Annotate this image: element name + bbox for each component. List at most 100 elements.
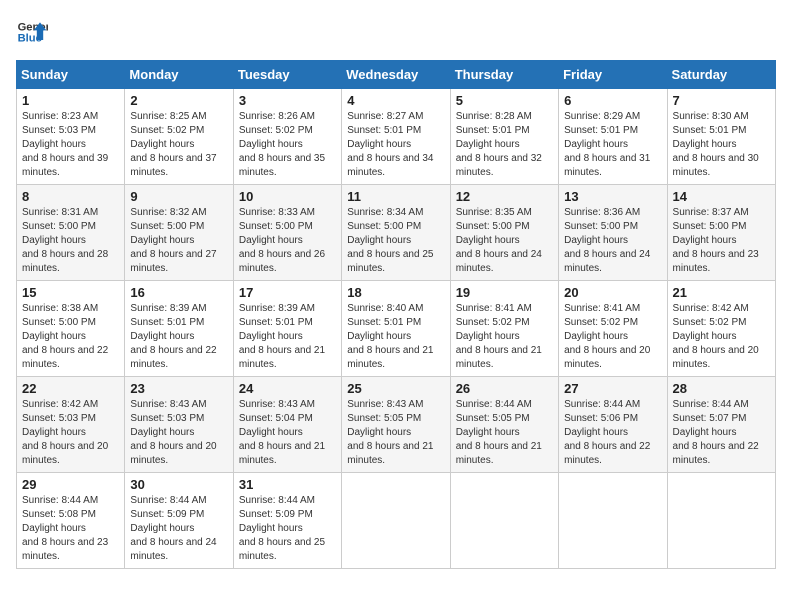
calendar-cell: 20 Sunrise: 8:41 AM Sunset: 5:02 PM Dayl…	[559, 281, 667, 377]
calendar-cell: 29 Sunrise: 8:44 AM Sunset: 5:08 PM Dayl…	[17, 473, 125, 569]
week-row-4: 22 Sunrise: 8:42 AM Sunset: 5:03 PM Dayl…	[17, 377, 776, 473]
week-row-5: 29 Sunrise: 8:44 AM Sunset: 5:08 PM Dayl…	[17, 473, 776, 569]
calendar-cell: 2 Sunrise: 8:25 AM Sunset: 5:02 PM Dayli…	[125, 89, 233, 185]
calendar-cell: 26 Sunrise: 8:44 AM Sunset: 5:05 PM Dayl…	[450, 377, 558, 473]
day-number: 1	[22, 93, 119, 108]
calendar-cell: 27 Sunrise: 8:44 AM Sunset: 5:06 PM Dayl…	[559, 377, 667, 473]
day-info: Sunrise: 8:23 AM Sunset: 5:03 PM Dayligh…	[22, 110, 119, 180]
calendar-cell: 16 Sunrise: 8:39 AM Sunset: 5:01 PM Dayl…	[125, 281, 233, 377]
week-row-1: 1 Sunrise: 8:23 AM Sunset: 5:03 PM Dayli…	[17, 89, 776, 185]
day-number: 15	[22, 285, 119, 300]
calendar-cell: 31 Sunrise: 8:44 AM Sunset: 5:09 PM Dayl…	[233, 473, 341, 569]
day-number: 18	[347, 285, 444, 300]
calendar-cell: 18 Sunrise: 8:40 AM Sunset: 5:01 PM Dayl…	[342, 281, 450, 377]
day-info: Sunrise: 8:38 AM Sunset: 5:00 PM Dayligh…	[22, 302, 119, 372]
day-number: 27	[564, 381, 661, 396]
calendar-cell: 12 Sunrise: 8:35 AM Sunset: 5:00 PM Dayl…	[450, 185, 558, 281]
calendar-cell: 5 Sunrise: 8:28 AM Sunset: 5:01 PM Dayli…	[450, 89, 558, 185]
week-row-3: 15 Sunrise: 8:38 AM Sunset: 5:00 PM Dayl…	[17, 281, 776, 377]
day-info: Sunrise: 8:44 AM Sunset: 5:08 PM Dayligh…	[22, 494, 119, 564]
calendar-cell: 14 Sunrise: 8:37 AM Sunset: 5:00 PM Dayl…	[667, 185, 775, 281]
day-number: 7	[673, 93, 770, 108]
calendar-cell: 8 Sunrise: 8:31 AM Sunset: 5:00 PM Dayli…	[17, 185, 125, 281]
day-number: 29	[22, 477, 119, 492]
day-info: Sunrise: 8:42 AM Sunset: 5:03 PM Dayligh…	[22, 398, 119, 468]
header-thursday: Thursday	[450, 61, 558, 89]
day-number: 20	[564, 285, 661, 300]
day-number: 28	[673, 381, 770, 396]
calendar-cell	[450, 473, 558, 569]
header-wednesday: Wednesday	[342, 61, 450, 89]
calendar-cell: 17 Sunrise: 8:39 AM Sunset: 5:01 PM Dayl…	[233, 281, 341, 377]
day-number: 11	[347, 189, 444, 204]
calendar-cell: 22 Sunrise: 8:42 AM Sunset: 5:03 PM Dayl…	[17, 377, 125, 473]
day-info: Sunrise: 8:41 AM Sunset: 5:02 PM Dayligh…	[456, 302, 553, 372]
day-info: Sunrise: 8:27 AM Sunset: 5:01 PM Dayligh…	[347, 110, 444, 180]
calendar-cell: 28 Sunrise: 8:44 AM Sunset: 5:07 PM Dayl…	[667, 377, 775, 473]
page-header: General Blue	[16, 16, 776, 48]
calendar-cell: 6 Sunrise: 8:29 AM Sunset: 5:01 PM Dayli…	[559, 89, 667, 185]
header-saturday: Saturday	[667, 61, 775, 89]
day-info: Sunrise: 8:41 AM Sunset: 5:02 PM Dayligh…	[564, 302, 661, 372]
day-info: Sunrise: 8:29 AM Sunset: 5:01 PM Dayligh…	[564, 110, 661, 180]
week-row-2: 8 Sunrise: 8:31 AM Sunset: 5:00 PM Dayli…	[17, 185, 776, 281]
calendar-cell: 23 Sunrise: 8:43 AM Sunset: 5:03 PM Dayl…	[125, 377, 233, 473]
day-info: Sunrise: 8:42 AM Sunset: 5:02 PM Dayligh…	[673, 302, 770, 372]
header-tuesday: Tuesday	[233, 61, 341, 89]
day-number: 6	[564, 93, 661, 108]
day-info: Sunrise: 8:31 AM Sunset: 5:00 PM Dayligh…	[22, 206, 119, 276]
day-number: 31	[239, 477, 336, 492]
calendar-cell: 10 Sunrise: 8:33 AM Sunset: 5:00 PM Dayl…	[233, 185, 341, 281]
calendar-cell: 21 Sunrise: 8:42 AM Sunset: 5:02 PM Dayl…	[667, 281, 775, 377]
day-number: 12	[456, 189, 553, 204]
calendar-cell: 24 Sunrise: 8:43 AM Sunset: 5:04 PM Dayl…	[233, 377, 341, 473]
day-info: Sunrise: 8:43 AM Sunset: 5:04 PM Dayligh…	[239, 398, 336, 468]
header-sunday: Sunday	[17, 61, 125, 89]
calendar-table: SundayMondayTuesdayWednesdayThursdayFrid…	[16, 60, 776, 569]
day-number: 19	[456, 285, 553, 300]
day-number: 16	[130, 285, 227, 300]
header-row: SundayMondayTuesdayWednesdayThursdayFrid…	[17, 61, 776, 89]
calendar-cell: 13 Sunrise: 8:36 AM Sunset: 5:00 PM Dayl…	[559, 185, 667, 281]
day-info: Sunrise: 8:30 AM Sunset: 5:01 PM Dayligh…	[673, 110, 770, 180]
calendar-cell: 4 Sunrise: 8:27 AM Sunset: 5:01 PM Dayli…	[342, 89, 450, 185]
day-number: 4	[347, 93, 444, 108]
day-number: 17	[239, 285, 336, 300]
day-info: Sunrise: 8:33 AM Sunset: 5:00 PM Dayligh…	[239, 206, 336, 276]
day-number: 8	[22, 189, 119, 204]
day-info: Sunrise: 8:40 AM Sunset: 5:01 PM Dayligh…	[347, 302, 444, 372]
calendar-cell	[667, 473, 775, 569]
day-number: 14	[673, 189, 770, 204]
calendar-cell: 3 Sunrise: 8:26 AM Sunset: 5:02 PM Dayli…	[233, 89, 341, 185]
day-info: Sunrise: 8:44 AM Sunset: 5:07 PM Dayligh…	[673, 398, 770, 468]
day-number: 24	[239, 381, 336, 396]
day-number: 13	[564, 189, 661, 204]
day-info: Sunrise: 8:44 AM Sunset: 5:06 PM Dayligh…	[564, 398, 661, 468]
calendar-cell: 11 Sunrise: 8:34 AM Sunset: 5:00 PM Dayl…	[342, 185, 450, 281]
day-info: Sunrise: 8:26 AM Sunset: 5:02 PM Dayligh…	[239, 110, 336, 180]
header-monday: Monday	[125, 61, 233, 89]
day-number: 2	[130, 93, 227, 108]
day-number: 9	[130, 189, 227, 204]
day-info: Sunrise: 8:39 AM Sunset: 5:01 PM Dayligh…	[130, 302, 227, 372]
day-number: 26	[456, 381, 553, 396]
day-info: Sunrise: 8:28 AM Sunset: 5:01 PM Dayligh…	[456, 110, 553, 180]
day-info: Sunrise: 8:39 AM Sunset: 5:01 PM Dayligh…	[239, 302, 336, 372]
day-info: Sunrise: 8:44 AM Sunset: 5:05 PM Dayligh…	[456, 398, 553, 468]
day-info: Sunrise: 8:43 AM Sunset: 5:03 PM Dayligh…	[130, 398, 227, 468]
calendar-cell	[342, 473, 450, 569]
day-number: 5	[456, 93, 553, 108]
day-number: 10	[239, 189, 336, 204]
day-info: Sunrise: 8:44 AM Sunset: 5:09 PM Dayligh…	[130, 494, 227, 564]
calendar-cell	[559, 473, 667, 569]
day-info: Sunrise: 8:32 AM Sunset: 5:00 PM Dayligh…	[130, 206, 227, 276]
calendar-cell: 7 Sunrise: 8:30 AM Sunset: 5:01 PM Dayli…	[667, 89, 775, 185]
day-info: Sunrise: 8:25 AM Sunset: 5:02 PM Dayligh…	[130, 110, 227, 180]
calendar-cell: 25 Sunrise: 8:43 AM Sunset: 5:05 PM Dayl…	[342, 377, 450, 473]
header-friday: Friday	[559, 61, 667, 89]
calendar-cell: 19 Sunrise: 8:41 AM Sunset: 5:02 PM Dayl…	[450, 281, 558, 377]
day-number: 3	[239, 93, 336, 108]
day-number: 23	[130, 381, 227, 396]
calendar-cell: 9 Sunrise: 8:32 AM Sunset: 5:00 PM Dayli…	[125, 185, 233, 281]
day-info: Sunrise: 8:34 AM Sunset: 5:00 PM Dayligh…	[347, 206, 444, 276]
